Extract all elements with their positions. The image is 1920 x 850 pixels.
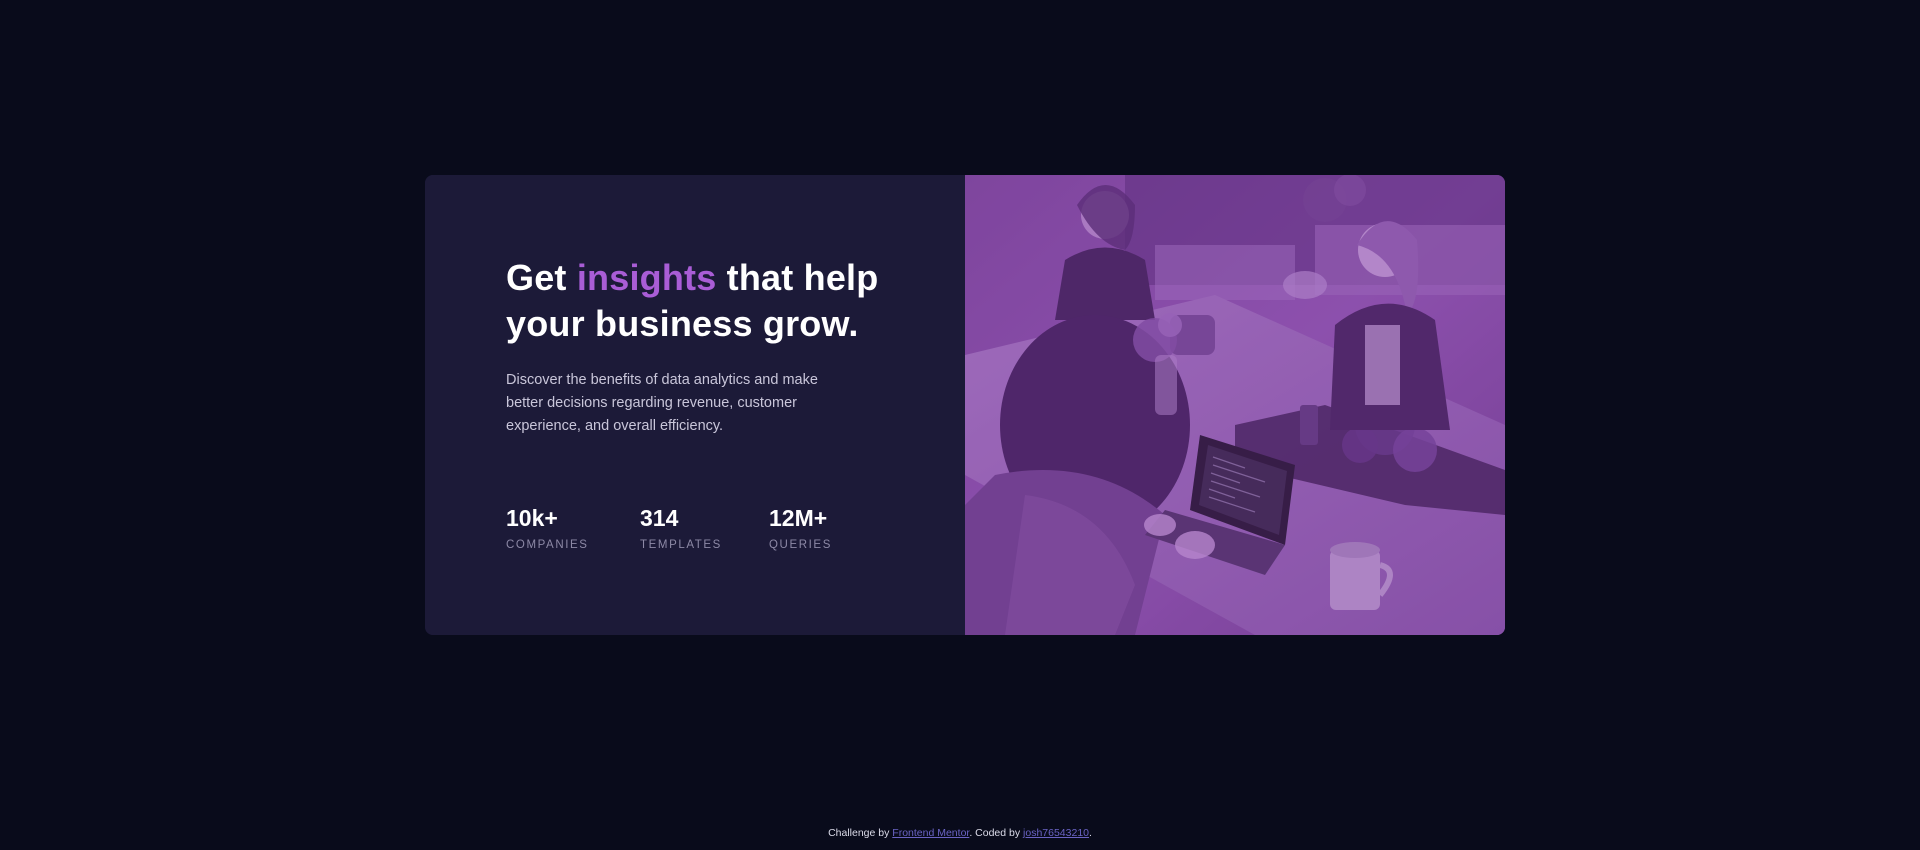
attribution-middle: . Coded by	[969, 827, 1024, 839]
photo-illustration	[965, 175, 1505, 635]
author-link[interactable]: josh76543210	[1023, 827, 1089, 839]
team-photo-image	[965, 175, 1505, 635]
stat-queries: 12M+ QUERIES	[769, 505, 889, 551]
stats-preview-card: Get insights that help your business gro…	[425, 175, 1505, 635]
stat-value: 10k+	[506, 505, 558, 531]
title-start: Get	[506, 257, 577, 298]
stat-value: 314	[640, 505, 679, 531]
stat-label: COMPANIES	[506, 539, 589, 551]
card-content: Get insights that help your business gro…	[425, 175, 965, 635]
stats-row: 10k+ COMPANIES 314 TEMPLATES 12M+ QUERIE…	[506, 505, 889, 551]
frontend-mentor-link[interactable]: Frontend Mentor	[892, 827, 969, 839]
attribution-suffix: .	[1089, 827, 1092, 839]
stat-value: 12M+	[769, 505, 828, 531]
attribution: Challenge by Frontend Mentor. Coded by j…	[0, 826, 1920, 840]
stat-label: TEMPLATES	[640, 539, 722, 551]
attribution-prefix: Challenge by	[828, 827, 893, 839]
stat-templates: 314 TEMPLATES	[640, 505, 769, 551]
page-title: Get insights that help your business gro…	[506, 255, 906, 347]
title-accent: insights	[576, 257, 717, 298]
stat-label: QUERIES	[769, 539, 832, 551]
stat-companies: 10k+ COMPANIES	[506, 505, 640, 551]
description: Discover the benefits of data analytics …	[506, 372, 818, 434]
